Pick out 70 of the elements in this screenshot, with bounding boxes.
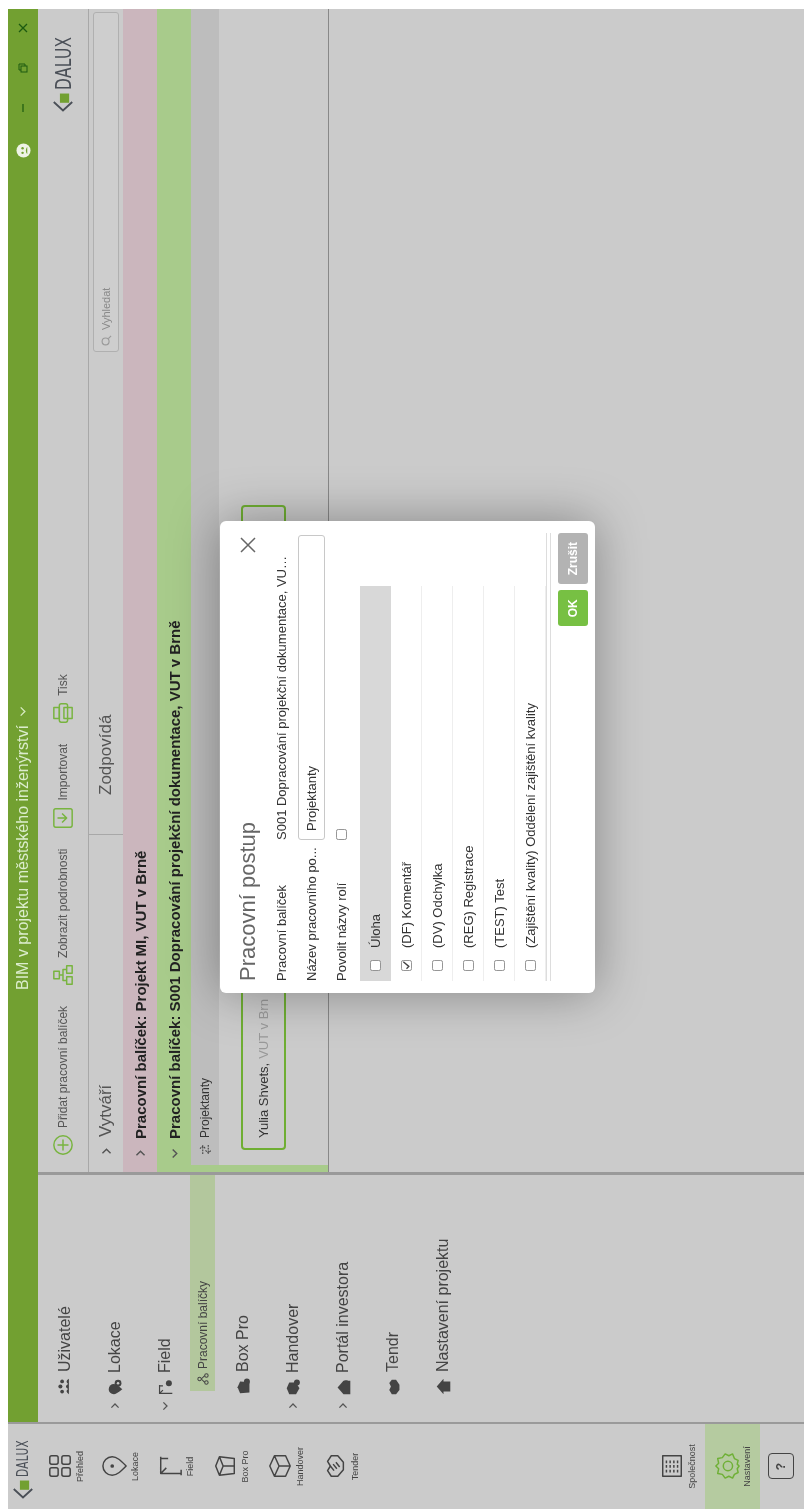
nav-item[interactable]: Pracovní balíčky xyxy=(190,1175,215,1391)
caret-icon[interactable] xyxy=(19,706,27,717)
nodes-icon xyxy=(196,1373,209,1385)
nav-item[interactable]: Nastavení projektu xyxy=(418,1175,468,1422)
rail-item[interactable]: Přehled xyxy=(38,1424,93,1509)
search-field[interactable]: Vyhledat xyxy=(93,12,119,352)
task-label: (REG) Registrace xyxy=(460,845,476,948)
plus-circle-icon xyxy=(52,1134,74,1156)
field-label: Povolit názvy rolí xyxy=(333,881,349,981)
field-value: S001 Dopracování projekční dokumentace, VU… xyxy=(273,555,289,840)
rail-item[interactable]: Nastavení xyxy=(705,1424,760,1509)
dalux-logo: DALUX xyxy=(8,1424,38,1509)
task-label: (DF) Komentář xyxy=(398,862,414,948)
nav-item[interactable]: Handover xyxy=(268,1175,318,1422)
checkbox[interactable] xyxy=(431,960,443,971)
rail-item[interactable]: Společnost xyxy=(650,1424,705,1509)
chevron-icon[interactable] xyxy=(288,1402,298,1410)
rail-item[interactable]: Box Pro xyxy=(203,1424,258,1509)
toolbar-button[interactable]: Zobrazit podrobnosti xyxy=(52,848,74,986)
task-label: (TEST) Test xyxy=(491,878,507,948)
chevron-icon[interactable] xyxy=(110,1402,120,1410)
dalux-logo: DALUX xyxy=(45,17,81,112)
restore-icon[interactable] xyxy=(18,63,28,73)
checkbox[interactable] xyxy=(524,960,536,971)
field-label: Pracovní balíček xyxy=(273,883,289,981)
toolbar-button[interactable]: Přidat pracovní balíček xyxy=(52,1005,74,1156)
window-title: BIM v projektu městského inženýrství xyxy=(14,725,32,990)
task-label: (Zajištění kvality) Oddělení zajištění kvality xyxy=(522,703,538,948)
cube-icon xyxy=(266,1453,293,1480)
dialog-title: Pracovní postup xyxy=(235,822,261,981)
toolbar-button[interactable]: Importovat xyxy=(52,743,74,829)
chevron-icon[interactable] xyxy=(134,1149,146,1158)
checkbox[interactable] xyxy=(370,960,381,971)
checkbox[interactable] xyxy=(462,960,474,971)
user-icon[interactable] xyxy=(15,143,31,158)
close-icon[interactable] xyxy=(18,23,28,33)
column-header[interactable]: Zodpovídá xyxy=(89,352,123,834)
nav-item[interactable]: Tendr xyxy=(368,1175,418,1422)
chevron-icon[interactable] xyxy=(338,1402,348,1410)
help-button[interactable]: ? xyxy=(768,1453,794,1480)
close-icon[interactable] xyxy=(240,537,256,553)
group-row[interactable]: Pracovní balíček: Projekt MI, VUT v Brně xyxy=(123,9,157,1172)
nav-item[interactable]: Box Pro xyxy=(218,1175,268,1422)
checkbox[interactable] xyxy=(400,960,412,971)
role-row: Projektanty xyxy=(191,9,219,1165)
toolbar-button[interactable]: Tisk xyxy=(52,674,74,724)
nav-item[interactable]: Field xyxy=(140,1175,190,1422)
checkbox[interactable] xyxy=(493,960,505,971)
field-label: Název pracovního po... xyxy=(303,846,319,981)
column-header: Úloha xyxy=(368,914,383,948)
group-row[interactable]: Pracovní balíček: S001 Dopracování projekční dokumentace, VUT v Brně xyxy=(157,9,191,1172)
settings-icon xyxy=(713,1453,740,1480)
nav-item[interactable]: Lokace xyxy=(90,1175,140,1422)
search-icon xyxy=(101,335,112,346)
hierarchy-icon xyxy=(52,963,74,986)
swap-arrows-icon xyxy=(198,1144,212,1155)
task-label: (DV) Odchylka xyxy=(429,863,445,948)
grid-icon xyxy=(46,1453,73,1480)
rail-item[interactable]: Lokace xyxy=(93,1424,148,1509)
chevron-icon[interactable] xyxy=(161,1401,169,1411)
rail-item[interactable]: Field xyxy=(148,1424,203,1509)
rail-item[interactable]: Tender xyxy=(313,1424,368,1509)
nav-item[interactable]: Uživatelé xyxy=(40,1175,90,1422)
crane-gear-icon xyxy=(156,1379,174,1396)
nav-item[interactable]: Portál investora xyxy=(318,1175,368,1422)
checkbox[interactable] xyxy=(335,829,347,840)
rail-item[interactable]: Handover xyxy=(258,1424,313,1509)
chevron-icon[interactable] xyxy=(100,1147,112,1156)
printer-icon xyxy=(52,701,74,724)
import-icon xyxy=(52,806,74,829)
